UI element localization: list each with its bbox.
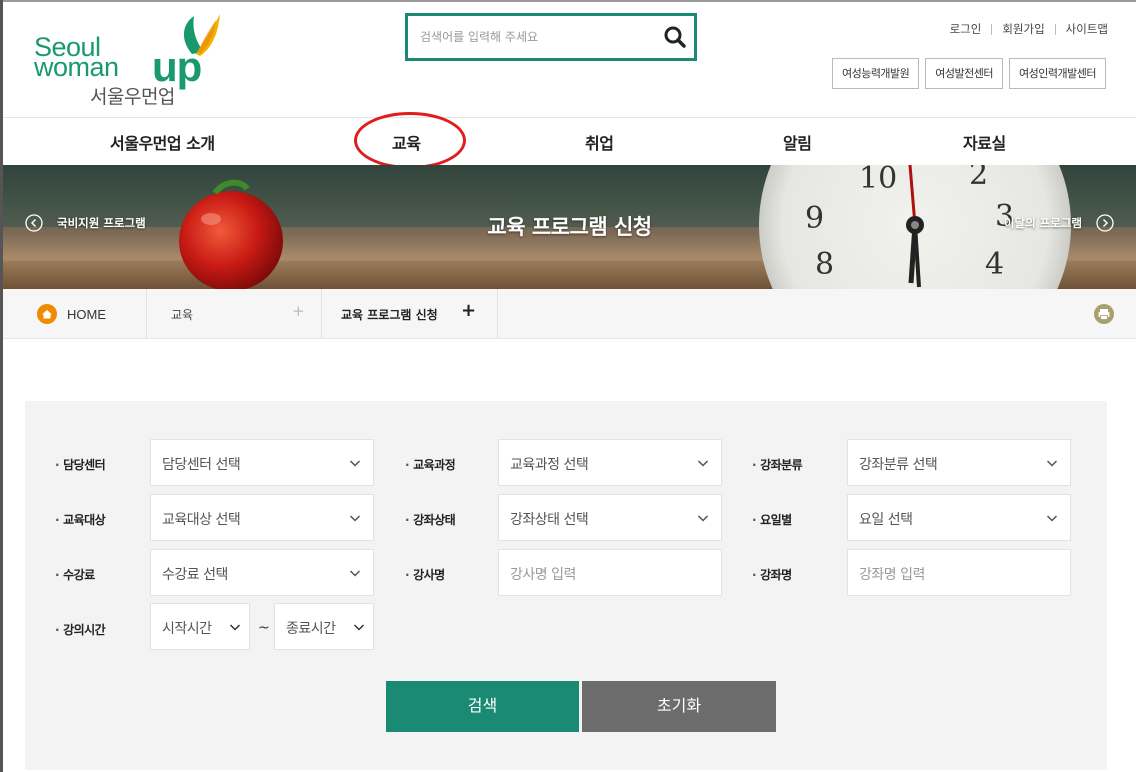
chevron-down-icon [349,570,361,577]
weekday-select-value: 요일 선택 [859,512,913,528]
site-logo[interactable]: Seoul woman up 서울우먼업 [34,14,220,115]
window-left-border [0,0,3,772]
category-select[interactable]: 강좌분류 선택 [847,439,1071,486]
filter-label-weekday: 요일별 [752,511,792,528]
filter-label-lecture: 강좌명 [752,566,792,583]
print-icon[interactable] [1094,304,1114,324]
nav-item-employment[interactable]: 취업 [585,130,614,154]
chevron-down-icon [229,624,241,631]
page-title: 교육 프로그램 신청 [487,215,652,239]
breadcrumb-divider [497,289,498,339]
filter-label-category: 강좌분류 [752,456,803,473]
start-time-select[interactable]: 시작시간 [150,603,250,650]
sitemap-link[interactable]: 사이트맵 [1066,21,1108,37]
home-icon [37,304,57,324]
logo-text-korean: 서울우먼업 [90,86,175,108]
chevron-down-icon [353,624,365,631]
time-range-separator: ~ [258,620,270,636]
search-icon[interactable] [662,24,688,50]
target-select-value: 교육대상 선택 [162,512,241,528]
filter-label-instructor: 강사명 [405,566,445,583]
chevron-down-icon [349,460,361,467]
nav-item-about[interactable]: 서울우먼업 소개 [110,130,215,154]
util-divider [991,23,993,35]
breadcrumb-divider [321,289,322,339]
instructor-input-placeholder: 강사명 입력 [510,567,576,583]
end-time-select[interactable]: 종료시간 [274,603,374,650]
util-divider [1054,23,1056,35]
main-navigation: 서울우먼업 소개 교육 취업 알림 자료실 [3,117,1136,165]
page-banner: 10 9 8 2 3 4 국비지원 프로그램 교육 프로그램 신청 이달의 프로… [3,165,1136,289]
filter-label-fee: 수강료 [55,566,95,583]
red-circle-annotation [354,112,466,169]
fee-select[interactable]: 수강료 선택 [150,549,374,596]
filter-label-center: 담당센터 [55,456,106,473]
chevron-down-icon [1046,515,1058,522]
instructor-input[interactable]: 강사명 입력 [498,549,722,596]
shortcut-ability-dev-button[interactable]: 여성능력개발원 [831,58,920,89]
shortcut-development-center-button[interactable]: 여성발전센터 [925,58,1004,89]
category-select-value: 강좌분류 선택 [859,457,938,473]
circle-chevron-right-icon [1096,214,1114,232]
status-select[interactable]: 강좌상태 선택 [498,494,722,541]
nav-item-resources[interactable]: 자료실 [963,130,1006,154]
chevron-down-icon [697,460,709,467]
banner-next-link[interactable]: 이달의 프로그램 [1004,214,1114,232]
course-select-value: 교육과정 선택 [510,457,589,473]
center-shortcuts: 여성능력개발원 여성발전센터 여성인력개발센터 [831,58,1106,89]
target-select[interactable]: 교육대상 선택 [150,494,374,541]
weekday-select[interactable]: 요일 선택 [847,494,1071,541]
course-select[interactable]: 교육과정 선택 [498,439,722,486]
lecture-input-placeholder: 강좌명 입력 [859,567,925,583]
site-search-box [405,13,697,61]
breadcrumb: HOME 교육 + 교육 프로그램 신청 + [3,289,1136,339]
window-top-border [0,0,1136,2]
chevron-down-icon [697,515,709,522]
banner-next-label: 이달의 프로그램 [1003,216,1082,230]
center-select[interactable]: 담당센터 선택 [150,439,374,486]
filter-label-course: 교육과정 [405,456,456,473]
breadcrumb-divider [146,289,147,339]
shortcut-workforce-center-button[interactable]: 여성인력개발센터 [1009,58,1106,89]
end-time-value: 종료시간 [286,621,336,637]
login-link[interactable]: 로그인 [950,21,982,37]
filter-label-status: 강좌상태 [405,511,456,528]
breadcrumb-expand-education[interactable]: + [292,302,305,320]
breadcrumb-home[interactable]: HOME [37,304,106,324]
nav-item-notice[interactable]: 알림 [783,130,812,154]
reset-button[interactable]: 초기화 [582,681,776,732]
breadcrumb-expand-current[interactable]: + [461,300,476,321]
breadcrumb-education[interactable]: 교육 [171,306,193,323]
search-button[interactable]: 검색 [386,681,579,732]
logo-text-woman: woman [34,52,119,82]
chevron-down-icon [1046,460,1058,467]
search-input[interactable] [420,26,660,48]
breadcrumb-home-label: HOME [67,306,106,322]
chevron-down-icon [349,515,361,522]
center-select-value: 담당센터 선택 [162,457,241,473]
filter-label-time: 강의시간 [55,621,106,638]
lecture-input[interactable]: 강좌명 입력 [847,549,1071,596]
utility-links: 로그인 회원가입 사이트맵 [950,21,1108,37]
start-time-value: 시작시간 [162,621,212,637]
signup-link[interactable]: 회원가입 [1002,21,1044,37]
fee-select-value: 수강료 선택 [162,567,228,583]
filter-label-target: 교육대상 [55,511,106,528]
breadcrumb-current[interactable]: 교육 프로그램 신청 [341,306,438,323]
status-select-value: 강좌상태 선택 [510,512,589,528]
